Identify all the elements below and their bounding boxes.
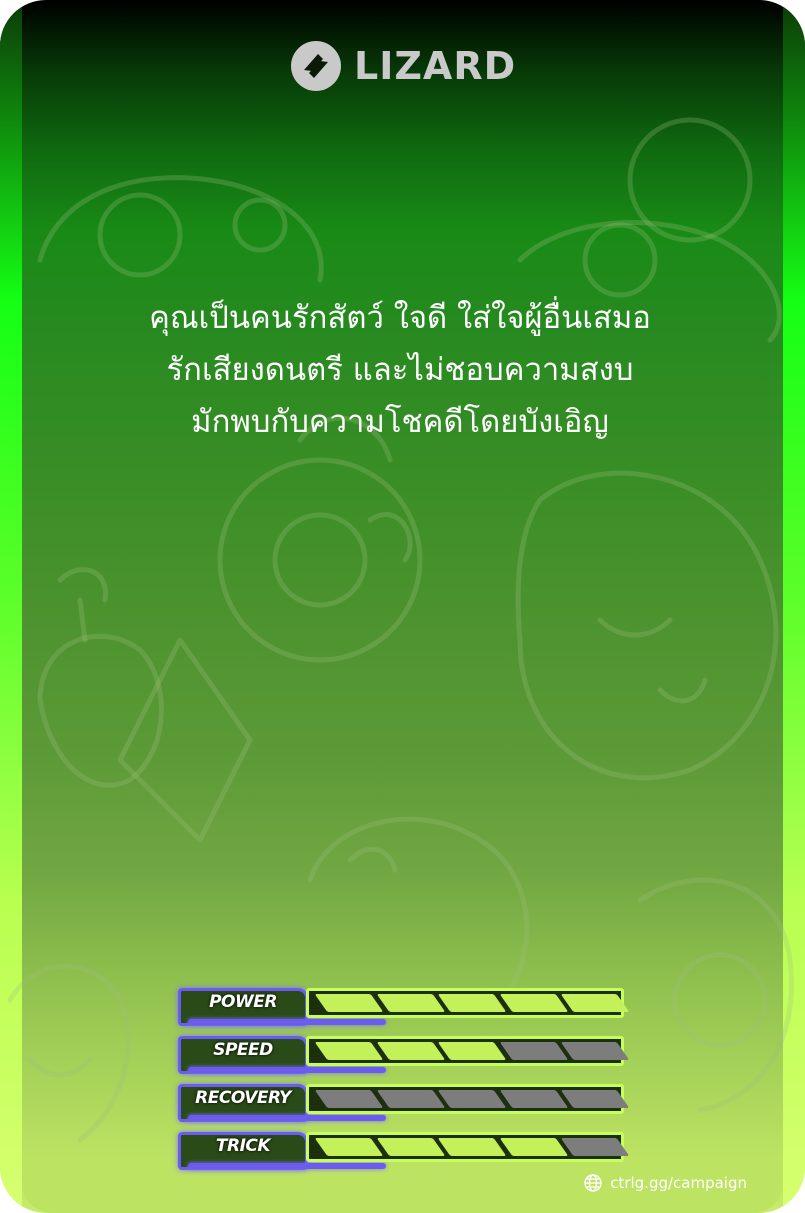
stat-segment-filled — [376, 994, 445, 1012]
stat-segment-empty — [437, 1090, 507, 1108]
stat-segment-filled — [499, 1138, 568, 1156]
stat-bar-recovery — [306, 1084, 630, 1114]
stat-row-trick: TRICK — [174, 1128, 634, 1176]
stat-segment-filled — [376, 1042, 445, 1060]
stat-label: SPEED — [213, 1040, 273, 1060]
stat-label-underline — [188, 1163, 386, 1169]
stat-row-power: POWER — [174, 984, 634, 1032]
stat-row-recovery: RECOVERY — [174, 1080, 634, 1128]
campaign-link[interactable]: ctrlg.gg/campaign — [584, 1174, 747, 1192]
stat-bar-power — [306, 988, 630, 1018]
description-line: รักเสียงดนตรี และไม่ชอบความสงบ — [166, 352, 634, 388]
stat-segment-filled — [437, 1138, 507, 1156]
stat-segment-filled — [499, 994, 568, 1012]
brand-logo: LIZARD — [290, 40, 516, 92]
stat-label: POWER — [209, 992, 277, 1012]
stat-segment-filled — [314, 994, 383, 1012]
stat-segment-empty — [499, 1042, 568, 1060]
stat-label: RECOVERY — [195, 1088, 291, 1108]
stat-segment-empty — [376, 1090, 445, 1108]
stat-label-underline — [188, 1115, 386, 1121]
stat-segments — [314, 1042, 630, 1060]
stat-bar-trick — [306, 1132, 630, 1162]
stat-segment-filled — [314, 1042, 383, 1060]
stat-segment-filled — [561, 994, 630, 1012]
stat-label-underline — [188, 1019, 386, 1025]
description-line: คุณเป็นคนรักสัตว์ ใจดี ใส่ใจผู้อื่นเสมอ — [149, 300, 651, 336]
stat-segment-empty — [499, 1090, 568, 1108]
stat-label: TRICK — [215, 1136, 271, 1156]
stat-segment-empty — [561, 1138, 630, 1156]
stat-segments — [314, 1138, 630, 1156]
stat-segment-empty — [561, 1042, 630, 1060]
globe-icon — [584, 1174, 602, 1192]
stat-bar-speed — [306, 1036, 630, 1066]
stat-row-speed: SPEED — [174, 1032, 634, 1080]
stat-segment-filled — [437, 994, 507, 1012]
stat-segments — [314, 1090, 630, 1108]
character-description: คุณเป็นคนรักสัตว์ ใจดี ใส่ใจผู้อื่นเสมอ … — [60, 292, 740, 448]
brand-name: LIZARD — [354, 44, 517, 88]
stat-label-underline — [188, 1067, 386, 1073]
character-card: LIZARD คุณเป็นคนรักสัตว์ ใจดี ใส่ใจผู้อื… — [0, 0, 805, 1213]
stat-segment-filled — [376, 1138, 445, 1156]
stat-segment-filled — [314, 1138, 383, 1156]
stat-segments — [314, 994, 630, 1012]
stat-segment-empty — [314, 1090, 383, 1108]
lizard-logo-icon — [291, 41, 341, 91]
stat-segment-filled — [437, 1042, 507, 1060]
stat-segment-empty — [561, 1090, 630, 1108]
campaign-url[interactable]: ctrlg.gg/campaign — [610, 1174, 747, 1192]
description-line: มักพบกับความโชคดีโดยบังเอิญ — [191, 404, 609, 440]
stats-panel: POWER SPEED RECOVERY TRICK — [174, 984, 634, 1176]
